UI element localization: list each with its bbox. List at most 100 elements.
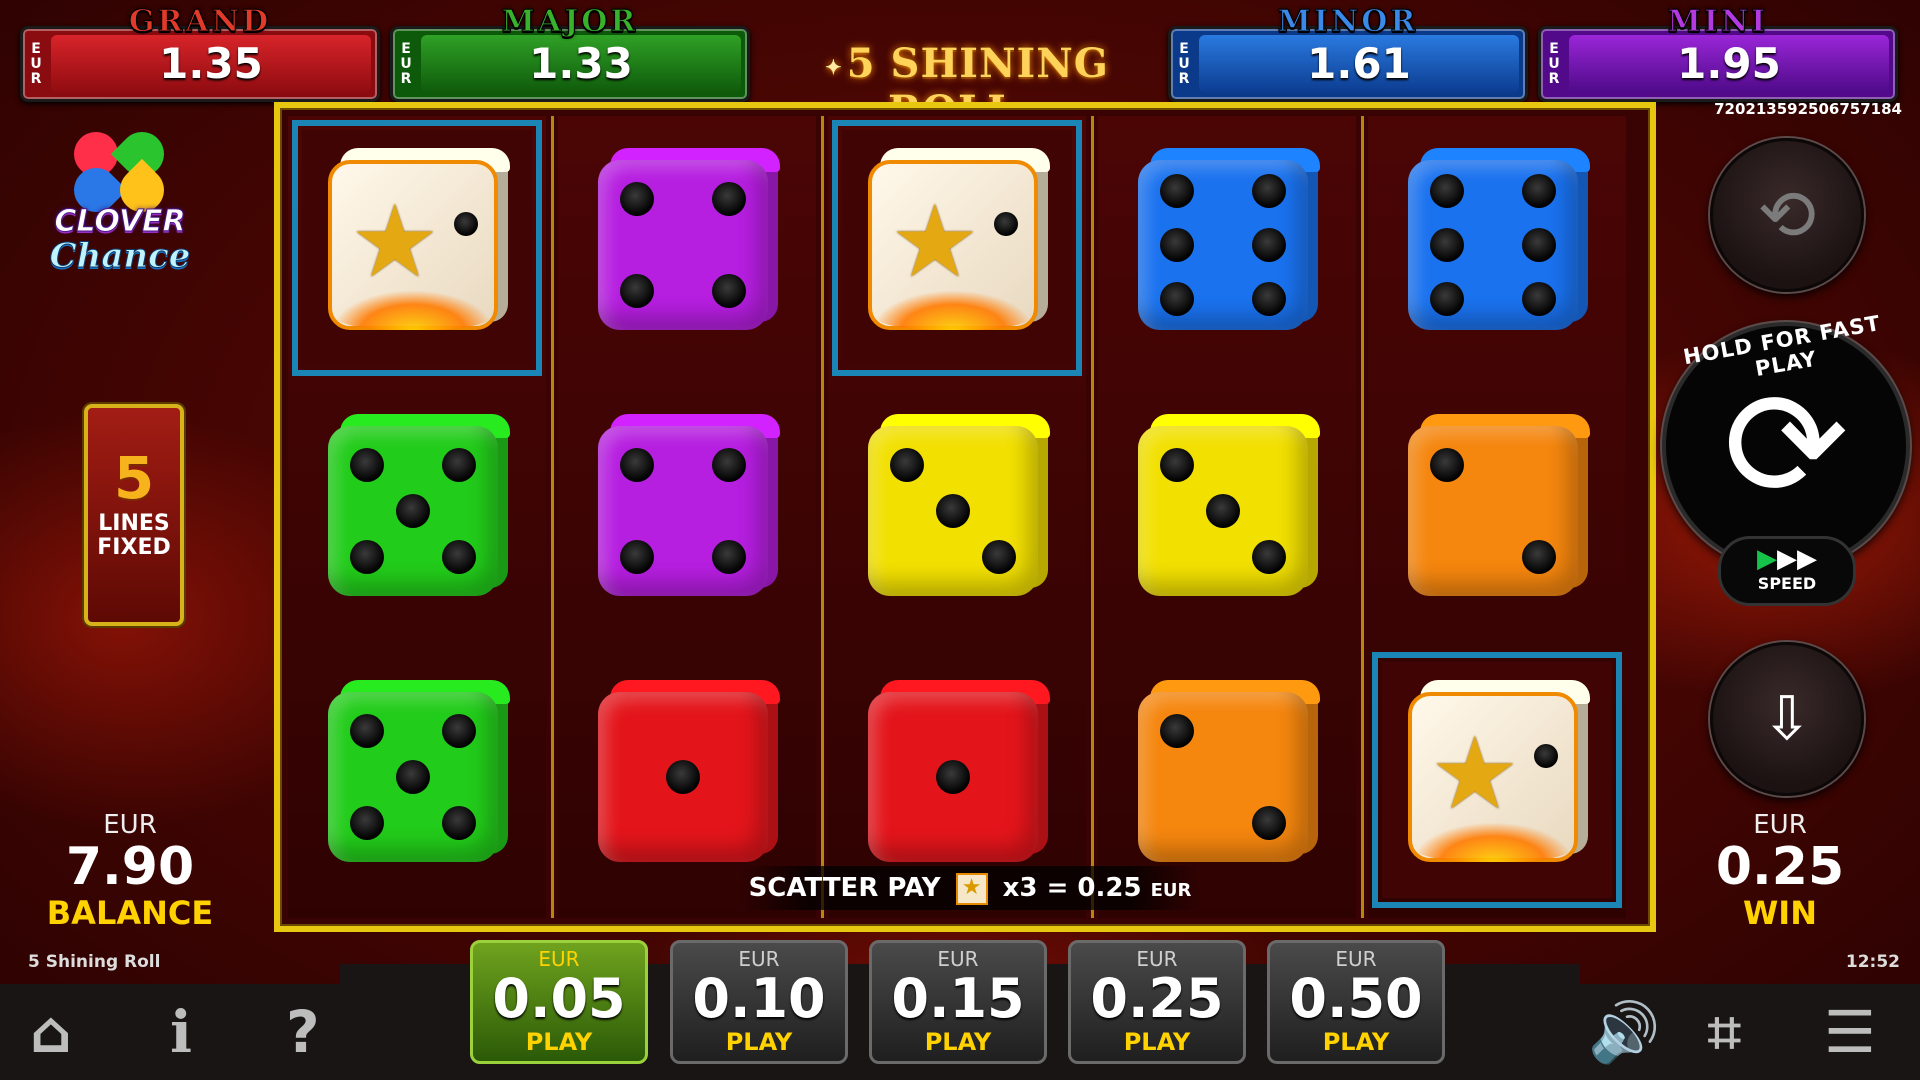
- bet-button-0.10[interactable]: EUR 0.10 PLAY: [670, 940, 848, 1064]
- reel-grid: ★ ★ ★: [274, 102, 1656, 932]
- die-front-face: [868, 692, 1038, 862]
- bet-play-label: PLAY: [525, 1028, 593, 1056]
- jackpot-major-currency: EUR: [400, 40, 412, 87]
- sound-icon[interactable]: 🔊: [1588, 1002, 1660, 1062]
- die-front-face: [1408, 426, 1578, 596]
- bet-button-0.25[interactable]: EUR 0.25 PLAY: [1068, 940, 1246, 1064]
- star-scatter-symbol: ★: [1368, 648, 1626, 912]
- die-icon: [1408, 414, 1590, 596]
- die-icon: [1138, 148, 1320, 330]
- die-pip: [994, 212, 1018, 236]
- balance-currency: EUR: [103, 810, 157, 840]
- fullscreen-icon[interactable]: ⌗: [1708, 1002, 1741, 1062]
- jackpot-minor: EUR 1.61 MINOR: [1168, 4, 1528, 102]
- die-front-face: [868, 426, 1038, 596]
- bet-play-label: PLAY: [1322, 1028, 1390, 1056]
- die-pip: [666, 760, 700, 794]
- die-pip: [1160, 714, 1194, 748]
- die-pip: [1252, 228, 1286, 262]
- die-pip: [350, 806, 384, 840]
- die-pip: [620, 182, 654, 216]
- jackpot-grand: EUR 1.35 GRAND: [20, 4, 380, 102]
- jackpot-mini-currency: EUR: [1548, 40, 1560, 87]
- menu-icon[interactable]: ☰: [1824, 1002, 1876, 1062]
- win-display: EUR 0.25 WIN: [1700, 810, 1860, 932]
- die-front-face: [1138, 160, 1308, 330]
- home-icon[interactable]: ⌂: [30, 1002, 72, 1062]
- scatter-pay-amount: x3 = 0.25: [1002, 873, 1142, 903]
- die-pip: [1430, 282, 1464, 316]
- jackpot-minor-value: 1.61: [1307, 39, 1411, 88]
- jackpot-major: EUR 1.33 MAJOR: [390, 4, 750, 102]
- die-pip: [1252, 282, 1286, 316]
- die-pip: [1252, 540, 1286, 574]
- scatter-star-icon: ★: [955, 872, 988, 905]
- bet-play-label: PLAY: [725, 1028, 793, 1056]
- die-pip: [1522, 540, 1556, 574]
- die-pip: [350, 448, 384, 482]
- jackpot-mini: EUR 1.95 MINI: [1538, 4, 1898, 102]
- reel-1: ★: [288, 116, 546, 918]
- die-pip: [442, 714, 476, 748]
- bet-button-0.50[interactable]: EUR 0.50 PLAY: [1267, 940, 1445, 1064]
- bet-play-label: PLAY: [924, 1028, 992, 1056]
- die-front-face: [1138, 692, 1308, 862]
- bet-value: 0.50: [1289, 967, 1423, 1030]
- info-icon[interactable]: i: [170, 1002, 192, 1062]
- reel-5: ★: [1368, 116, 1626, 918]
- star-icon: ★: [1430, 715, 1520, 832]
- die-symbol-yellow-3: [828, 382, 1086, 646]
- die-pip: [350, 540, 384, 574]
- die-front-face: ★: [868, 160, 1038, 330]
- die-symbol-green-5: [288, 648, 546, 912]
- die-pip: [712, 448, 746, 482]
- balance-value: 7.90: [65, 837, 195, 897]
- jackpot-grand-value: 1.35: [159, 39, 263, 88]
- die-icon: [598, 148, 780, 330]
- star-die-icon: ★: [868, 148, 1050, 330]
- balance-display: EUR 7.90 BALANCE: [40, 810, 220, 932]
- die-symbol-purple-4: [558, 382, 816, 646]
- die-pip: [1522, 174, 1556, 208]
- clover-logo-text: CLOVER: [54, 204, 186, 240]
- die-front-face: [598, 426, 768, 596]
- scatter-pay-label: SCATTER PAY: [748, 873, 941, 903]
- die-pip: [442, 540, 476, 574]
- win-currency: EUR: [1753, 810, 1807, 840]
- reel-4: [1098, 116, 1356, 918]
- collect-button[interactable]: ⇩: [1710, 642, 1864, 796]
- die-pip: [1522, 282, 1556, 316]
- die-front-face: [1138, 426, 1308, 596]
- autoplay-button[interactable]: ⟲: [1710, 138, 1864, 292]
- bet-button-0.15[interactable]: EUR 0.15 PLAY: [869, 940, 1047, 1064]
- jackpot-major-value: 1.33: [529, 39, 633, 88]
- die-pip: [1160, 174, 1194, 208]
- balance-label: BALANCE: [46, 894, 214, 932]
- die-pip: [620, 540, 654, 574]
- die-front-face: [328, 692, 498, 862]
- die-pip: [712, 540, 746, 574]
- die-front-face: [328, 426, 498, 596]
- scatter-pay-currency: EUR: [1150, 880, 1192, 901]
- download-tray-icon: ⇩: [1761, 684, 1813, 754]
- die-pip: [890, 448, 924, 482]
- bet-button-0.05[interactable]: EUR 0.05 PLAY: [470, 940, 648, 1064]
- star-icon: ★: [350, 183, 440, 300]
- die-icon: [598, 414, 780, 596]
- help-icon[interactable]: ?: [286, 1002, 320, 1062]
- clover-chance-logo: CLOVER Chance: [44, 122, 196, 284]
- die-pip: [712, 182, 746, 216]
- speed-label: SPEED: [1757, 574, 1817, 593]
- die-pip: [1534, 744, 1558, 768]
- lines-label: LINES: [98, 511, 170, 536]
- star-die-icon: ★: [328, 148, 510, 330]
- speed-button[interactable]: ▶▶▶ SPEED: [1718, 536, 1856, 606]
- die-pip: [442, 448, 476, 482]
- star-scatter-symbol: ★: [828, 116, 1086, 380]
- die-pip: [982, 540, 1016, 574]
- die-pip: [1160, 448, 1194, 482]
- reel-separator: [1361, 116, 1364, 918]
- die-front-face: [598, 692, 768, 862]
- die-symbol-purple-4: [558, 116, 816, 380]
- die-icon: [1138, 680, 1320, 862]
